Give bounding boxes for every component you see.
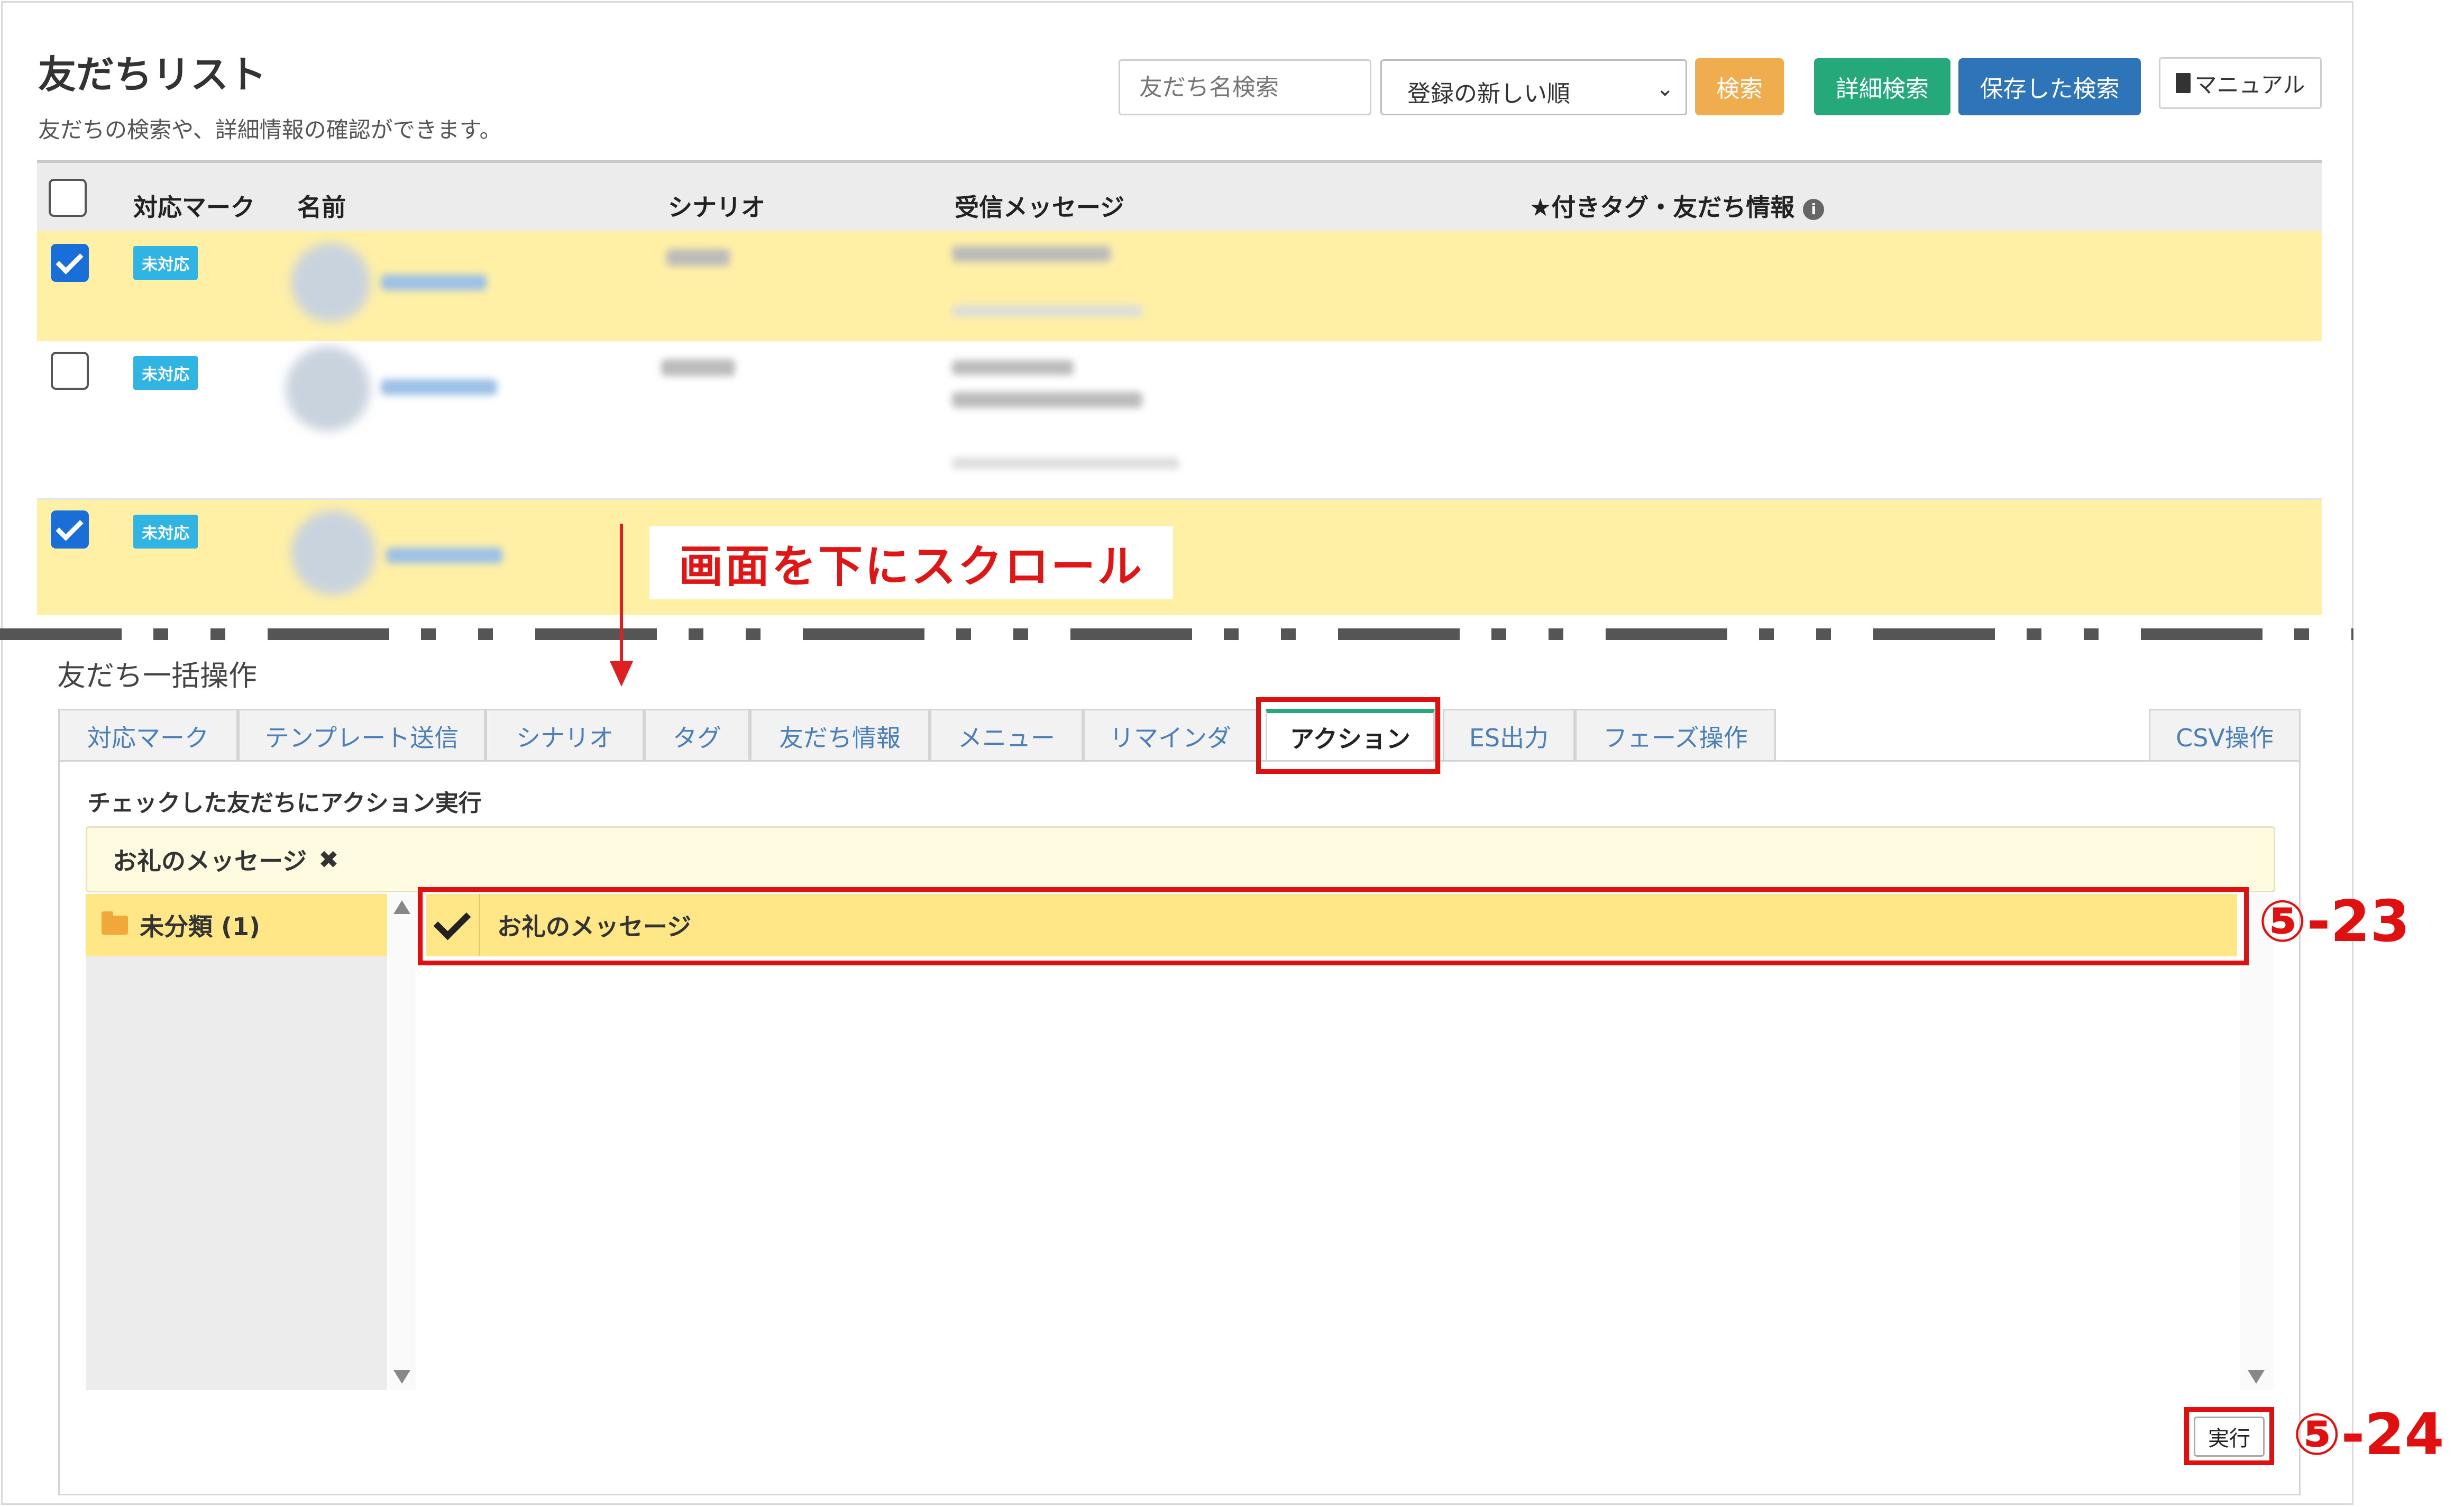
chevron-down-icon: ⌄ (1656, 77, 1674, 101)
book-icon (2175, 73, 2191, 93)
selected-action-chip: お礼のメッセージ (113, 846, 307, 875)
info-icon: i (1803, 198, 1825, 220)
scenario-blurred (661, 359, 735, 376)
scroll-down-note: 画面を下にスクロール (649, 526, 1173, 599)
scroll-down-icon[interactable] (393, 1370, 410, 1384)
status-badge[interactable]: 未対応 (133, 246, 198, 280)
tab-template-send[interactable]: テンプレート送信 (238, 709, 486, 762)
row-checkbox[interactable] (51, 510, 89, 549)
avatar (291, 510, 375, 595)
table-row[interactable]: 未対応 (37, 231, 2322, 341)
friend-name-search-input[interactable] (1119, 59, 1371, 115)
message-time-blurred (952, 305, 1142, 317)
bulk-operations-title: 友だち一括操作 (57, 659, 257, 692)
folder-label: 未分類 (1) (140, 912, 261, 941)
step-label-24: ⑤-24 (2293, 1402, 2444, 1468)
folder-open-icon (102, 911, 128, 935)
sort-order-value: 登録の新しい順 (1407, 80, 1570, 107)
friend-name-blurred[interactable] (381, 379, 497, 395)
tab-es-export[interactable]: ES出力 (1443, 709, 1575, 762)
row-checkbox[interactable] (51, 244, 89, 282)
message-blurred (952, 360, 1074, 375)
arrow-down-icon (610, 661, 633, 687)
selected-action-box: お礼のメッセージ ✖ (86, 826, 2275, 892)
search-button[interactable]: 検索 (1695, 58, 1784, 115)
highlight-action-tab (1256, 697, 1440, 774)
action-list-pane (418, 894, 2240, 1390)
detail-search-button[interactable]: 詳細検索 (1814, 58, 1950, 115)
tab-phase[interactable]: フェーズ操作 (1575, 709, 1776, 762)
tab-tag[interactable]: タグ (644, 709, 750, 762)
page-title: 友だちリスト (38, 52, 267, 97)
scenario-blurred (666, 249, 730, 266)
sort-order-select[interactable]: 登録の新しい順 ⌄ (1380, 59, 1687, 115)
message-blurred (952, 246, 1111, 262)
tab-mark[interactable]: 対応マーク (58, 709, 238, 762)
tab-menu[interactable]: メニュー (930, 709, 1083, 762)
tab-friend-info[interactable]: 友だち情報 (750, 709, 930, 762)
column-header-tags: ★付きタグ・友だち情報 i (1529, 188, 1825, 223)
tab-csv[interactable]: CSV操作 (2149, 709, 2301, 762)
highlight-run-button (2184, 1407, 2274, 1465)
action-list-scrollbar[interactable] (2240, 894, 2274, 1390)
scroll-cut-line (0, 628, 2353, 640)
column-header-tags-label: ★付きタグ・友だち情報 (1529, 193, 1795, 222)
row-checkbox[interactable] (51, 352, 89, 390)
step-label-23: ⑤-23 (2258, 889, 2410, 955)
column-header-scenario: シナリオ (668, 193, 765, 222)
table-row[interactable]: 未対応 (37, 341, 2322, 500)
friend-name-blurred[interactable] (386, 547, 502, 563)
folder-item-uncategorized[interactable]: 未分類 (1) (86, 894, 387, 956)
avatar (291, 243, 370, 322)
message-blurred-2 (952, 392, 1142, 408)
action-panel-label: チェックした友だちにアクション実行 (87, 790, 482, 817)
tab-scenario[interactable]: シナリオ (486, 709, 644, 762)
saved-search-button[interactable]: 保存した検索 (1958, 58, 2141, 115)
column-header-name: 名前 (297, 193, 346, 222)
avatar (286, 346, 370, 431)
page-subtitle: 友だちの検索や、詳細情報の確認ができます。 (38, 117, 502, 143)
manual-button-label: マニュアル (2194, 71, 2305, 98)
highlight-action-item (418, 887, 2249, 965)
friends-table-header: 対応マーク 名前 シナリオ 受信メッセージ ★付きタグ・友だち情報 i (37, 160, 2322, 231)
status-badge[interactable]: 未対応 (133, 356, 198, 390)
status-badge[interactable]: 未対応 (133, 515, 198, 549)
friend-name-blurred[interactable] (381, 275, 487, 290)
folder-pane (86, 894, 387, 1390)
tab-reminder[interactable]: リマインダ (1083, 709, 1258, 762)
column-header-mark: 対応マーク (133, 193, 255, 222)
select-all-checkbox[interactable] (49, 179, 87, 217)
bulk-tab-bar: 対応マーク テンプレート送信 シナリオ タグ 友だち情報 メニュー リマインダ … (58, 709, 2301, 762)
close-icon[interactable]: ✖ (318, 845, 339, 874)
scroll-down-icon[interactable] (2248, 1370, 2265, 1384)
folder-scrollbar[interactable] (389, 894, 416, 1390)
scroll-arrow-shaft (620, 524, 623, 661)
manual-button[interactable]: マニュアル (2159, 57, 2322, 109)
column-header-messages: 受信メッセージ (955, 193, 1125, 222)
scroll-up-icon[interactable] (393, 900, 410, 914)
table-row[interactable]: 未対応 (37, 500, 2322, 615)
message-time-blurred (952, 458, 1179, 469)
